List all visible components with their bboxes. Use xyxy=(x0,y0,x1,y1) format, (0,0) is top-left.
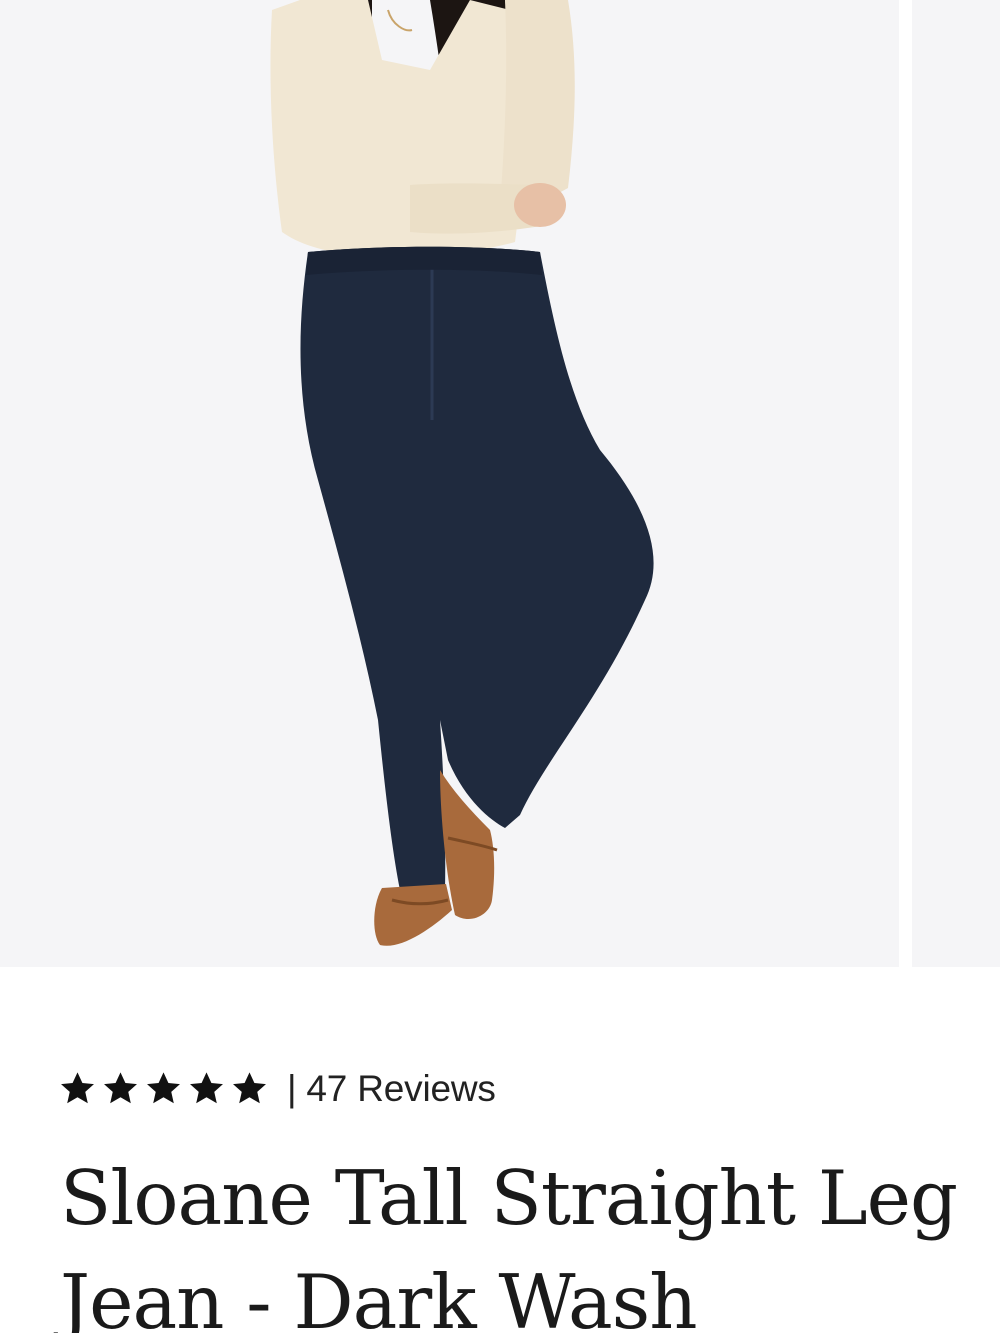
model-sweater-arm xyxy=(500,0,575,205)
rating-row[interactable]: | 47 Reviews xyxy=(58,1066,496,1112)
next-product-image[interactable] xyxy=(912,0,1000,967)
star-icon xyxy=(61,1072,94,1104)
product-page: | 47 Reviews Sloane Tall Straight Leg Jea… xyxy=(0,0,1000,1333)
model-shoe-left xyxy=(374,884,452,946)
product-title: Sloane Tall Straight Leg Jean - Dark Was… xyxy=(60,1154,958,1333)
model-necklace xyxy=(387,9,413,32)
reviews-count: 47 Reviews xyxy=(306,1068,496,1109)
star-icon xyxy=(104,1072,137,1104)
product-photo xyxy=(270,0,654,946)
model-hand xyxy=(514,183,566,227)
reviews-link[interactable]: | 47 Reviews xyxy=(287,1068,496,1110)
product-gallery[interactable] xyxy=(0,0,1000,967)
star-icon xyxy=(233,1072,266,1104)
star-icon xyxy=(147,1072,180,1104)
product-image[interactable] xyxy=(0,0,899,967)
model-jeans xyxy=(300,246,654,890)
star-icon xyxy=(190,1072,223,1104)
star-rating xyxy=(58,1070,273,1108)
rating-separator: | xyxy=(287,1068,297,1109)
